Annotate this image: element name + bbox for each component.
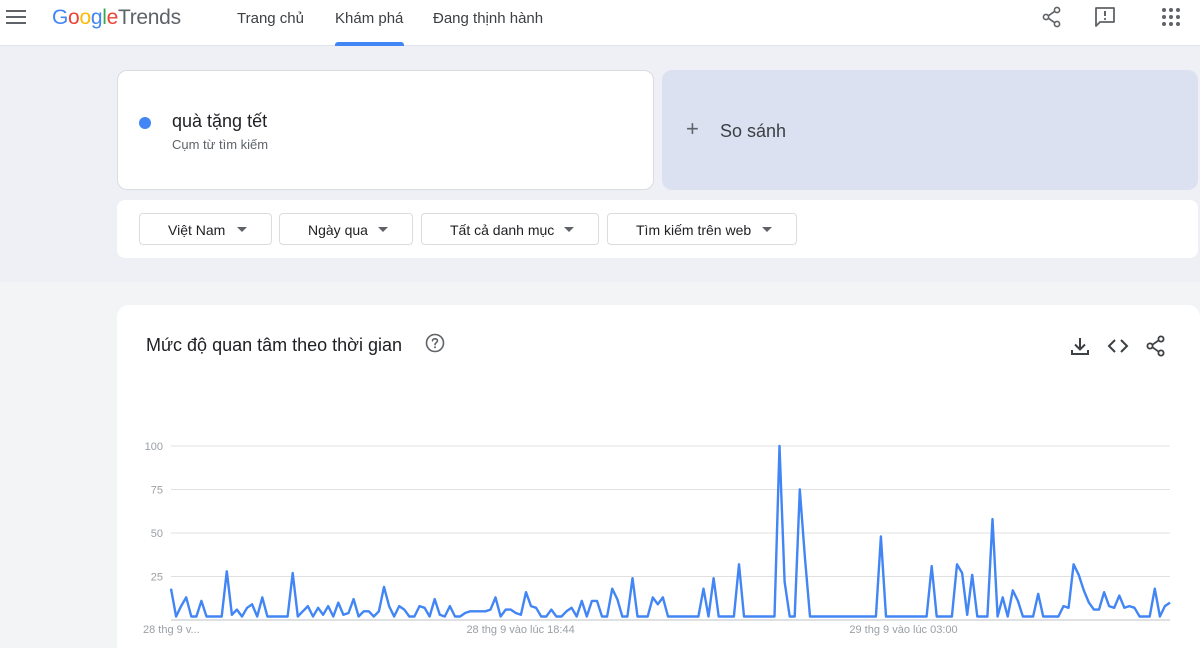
search-term: quà tặng tết xyxy=(172,111,268,131)
x-tick-label: 28 thg 9 vào lúc 18:44 xyxy=(466,624,574,636)
search-term-card[interactable]: quà tặng tết Cụm từ tìm kiếm xyxy=(117,70,654,190)
interest-over-time-card: Mức độ quan tâm theo thời gian 100 75 50 25… xyxy=(117,305,1200,648)
active-tab-indicator xyxy=(335,42,404,46)
compare-button[interactable]: + So sánh xyxy=(662,70,1198,190)
menu-icon[interactable] xyxy=(6,10,26,26)
plus-icon: + xyxy=(686,116,699,141)
series-line[interactable] xyxy=(169,444,1171,618)
tab-trending[interactable]: Đang thịnh hành xyxy=(433,10,543,27)
filter-bar: Việt Nam Ngày qua Tất cả danh mục Tìm ki… xyxy=(117,200,1198,258)
interest-line-chart: 100 75 50 25 28 thg 9 v... 28 thg 9 vào lúc 1… xyxy=(143,441,1171,636)
y-tick-label: 75 xyxy=(151,485,163,497)
time-range-filter[interactable]: Ngày qua xyxy=(279,213,413,245)
y-tick-label: 25 xyxy=(151,572,163,584)
x-tick-label: 28 thg 9 v... xyxy=(143,624,200,636)
series-color-dot xyxy=(139,117,151,129)
dropdown-caret-icon xyxy=(762,227,772,232)
x-tick-label: 29 thg 9 vào lúc 03:00 xyxy=(849,624,957,636)
region-filter[interactable]: Việt Nam xyxy=(139,213,272,245)
search-type-filter[interactable]: Tìm kiếm trên web xyxy=(607,213,797,245)
category-filter[interactable]: Tất cả danh mục xyxy=(421,213,599,245)
share-icon[interactable] xyxy=(1041,6,1063,28)
feedback-icon[interactable] xyxy=(1094,6,1116,28)
dropdown-caret-icon xyxy=(564,227,574,232)
dropdown-caret-icon xyxy=(378,227,388,232)
google-trends-logo[interactable]: GoogleTrends xyxy=(52,6,181,30)
dropdown-caret-icon xyxy=(237,227,247,232)
apps-icon[interactable] xyxy=(1160,6,1182,28)
tab-explore[interactable]: Khám phá xyxy=(335,10,403,27)
search-term-type: Cụm từ tìm kiếm xyxy=(172,137,269,152)
y-tick-label: 100 xyxy=(145,441,163,453)
y-tick-label: 50 xyxy=(151,528,163,540)
tab-home[interactable]: Trang chủ xyxy=(237,10,304,27)
compare-label: So sánh xyxy=(720,121,787,141)
top-app-bar: GoogleTrends Trang chủ Khám phá Đang thị… xyxy=(0,0,1200,46)
